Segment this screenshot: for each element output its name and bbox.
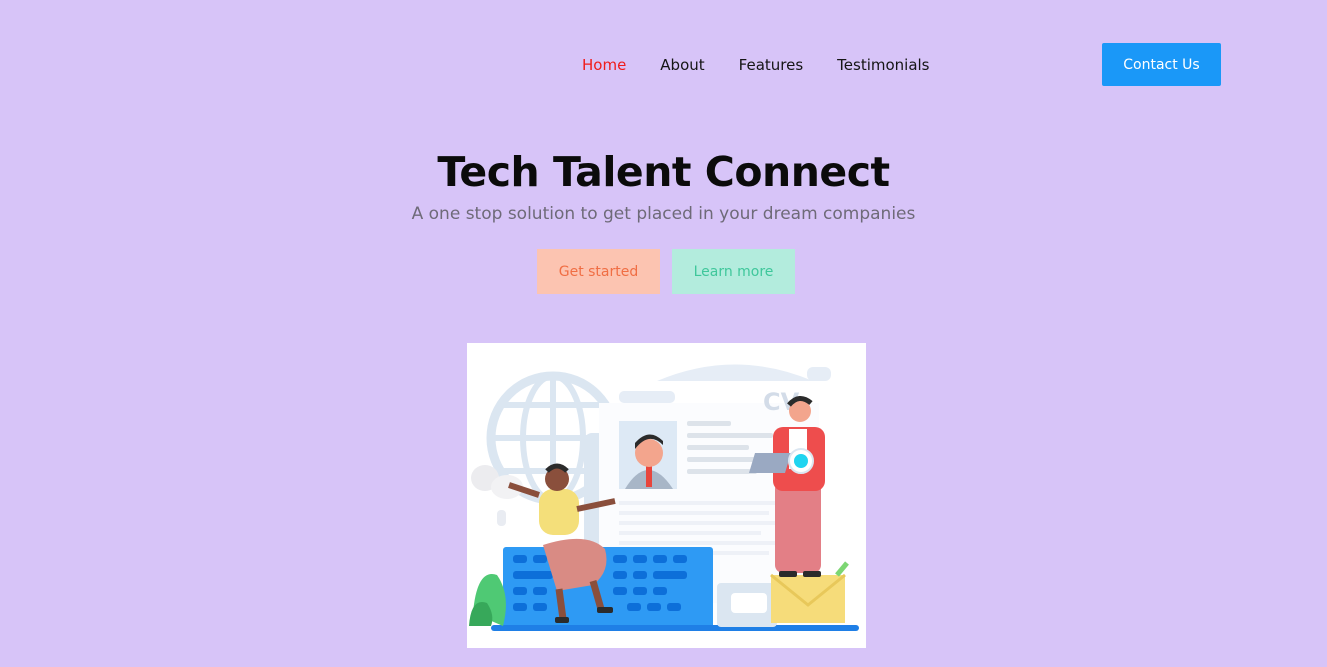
learn-more-button[interactable]: Learn more xyxy=(672,249,795,294)
hero-subtitle: A one stop solution to get placed in you… xyxy=(411,204,916,224)
device-screen xyxy=(731,593,767,613)
stone-shape xyxy=(497,510,506,526)
contact-us-button[interactable]: Contact Us xyxy=(1102,43,1221,86)
get-started-button[interactable]: Get started xyxy=(537,249,660,294)
nav-link-testimonials[interactable]: Testimonials xyxy=(837,56,929,74)
hero-illustration: CV xyxy=(467,343,866,648)
tag-pill xyxy=(619,391,675,403)
nav-links: Home About Features Testimonials xyxy=(582,43,964,86)
plant-icon xyxy=(469,574,506,626)
cloud-pill xyxy=(807,367,831,381)
nav-link-home[interactable]: Home xyxy=(582,56,626,74)
hero-title: Tech Talent Connect xyxy=(437,148,890,196)
nav-link-features[interactable]: Features xyxy=(739,56,804,74)
nav-link-about[interactable]: About xyxy=(660,56,704,74)
recruitment-illustration: CV xyxy=(469,364,859,631)
dome-shape xyxy=(657,364,813,381)
top-navigation: Home About Features Testimonials Contact… xyxy=(0,43,1327,86)
